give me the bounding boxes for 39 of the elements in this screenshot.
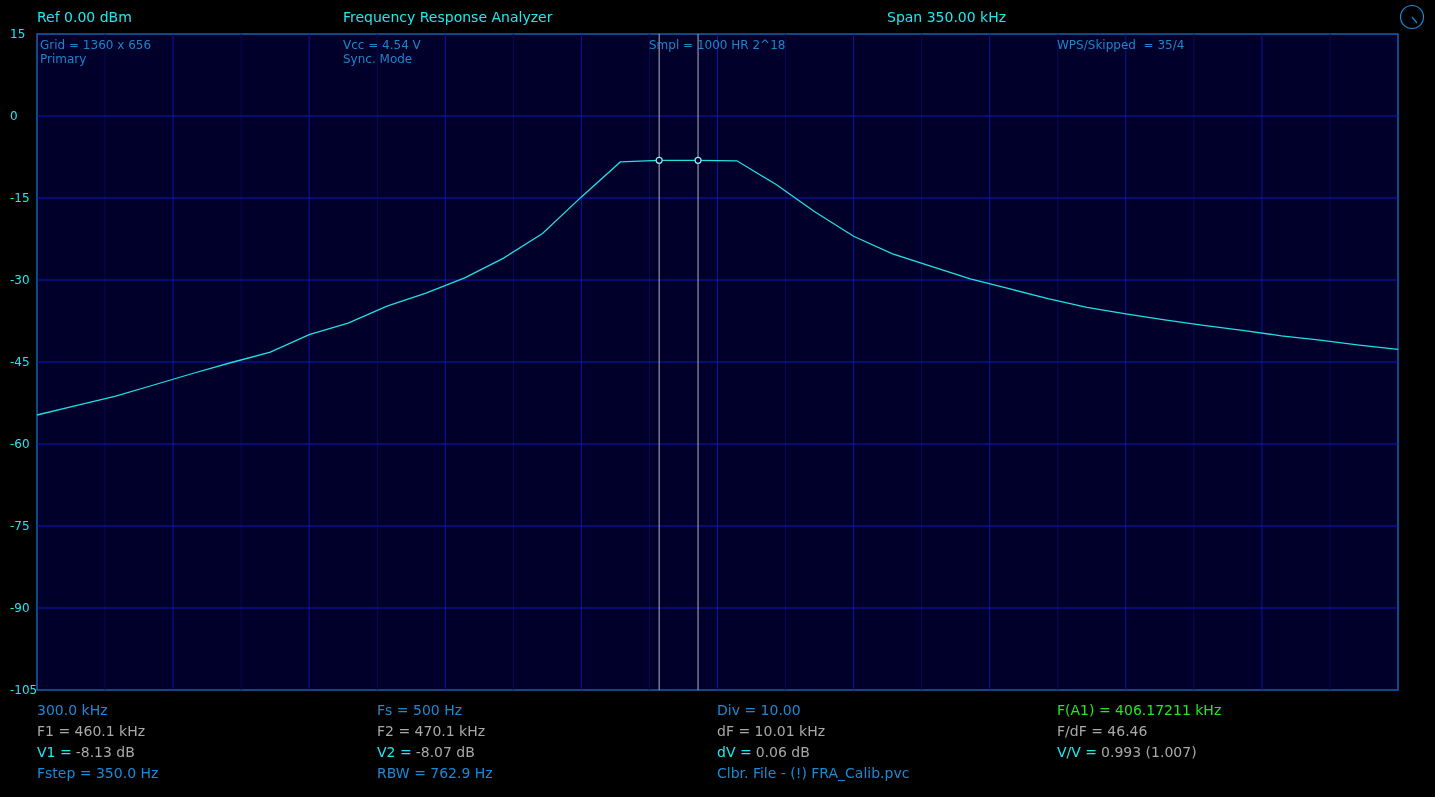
axis-label: 0 [10, 109, 18, 123]
readout-value: -8.07 dB [415, 743, 475, 762]
readout-label: V1 = [37, 743, 72, 762]
readout-text: RBW = 762.9 Hz [377, 764, 494, 783]
readout-text: F1 = 460.1 kHz [37, 722, 147, 741]
readout-text: Div = 10.00 [717, 701, 802, 720]
cursor-marker[interactable] [655, 156, 663, 164]
readout-value: 0.06 dB [755, 743, 810, 762]
axis-label: -105 [10, 683, 38, 697]
axis-label: -90 [10, 601, 30, 615]
readout-text: F/dF = 46.46 [1057, 722, 1149, 741]
reference-level: Ref 0.00 dBm [37, 9, 133, 25]
cursor-marker[interactable] [694, 156, 702, 164]
info-text: Primary [40, 52, 88, 66]
readout-label: V/V = [1057, 743, 1098, 762]
readout-text: 300.0 kHz [37, 701, 109, 720]
readout-text: F2 = 470.1 kHz [377, 722, 487, 741]
readout-text: Fs = 500 Hz [377, 701, 464, 720]
readout-value: -8.13 dB [75, 743, 135, 762]
info-text: WPS/Skipped = 35/4 [1057, 38, 1186, 52]
span-value: Span 350.00 kHz [887, 9, 1008, 25]
axis-label: 15 [10, 27, 26, 41]
readout-text: F(A1) = 406.17211 kHz [1057, 701, 1223, 720]
info-text: Vcc = 4.54 V [343, 38, 422, 52]
readout-label: dV = [717, 743, 752, 762]
readout-value: 0.993 (1.007) [1101, 743, 1197, 762]
readout-text: Fstep = 350.0 Hz [37, 764, 160, 783]
readout-label: V2 = [377, 743, 412, 762]
axis-label: -30 [10, 273, 30, 287]
info-text: Sync. Mode [343, 52, 414, 66]
axis-label: -75 [10, 519, 30, 533]
window-title: Frequency Response Analyzer [343, 9, 554, 25]
readout-text: Clbr. File - (!) FRA_Calib.pvc [717, 764, 911, 783]
info-text: Grid = 1360 x 656 [40, 38, 153, 52]
readout-text: dF = 10.01 kHz [717, 722, 827, 741]
axis-label: -60 [10, 437, 30, 451]
gauge-icon[interactable] [1399, 4, 1425, 30]
axis-label: -15 [10, 191, 30, 205]
axis-label: -45 [10, 355, 30, 369]
